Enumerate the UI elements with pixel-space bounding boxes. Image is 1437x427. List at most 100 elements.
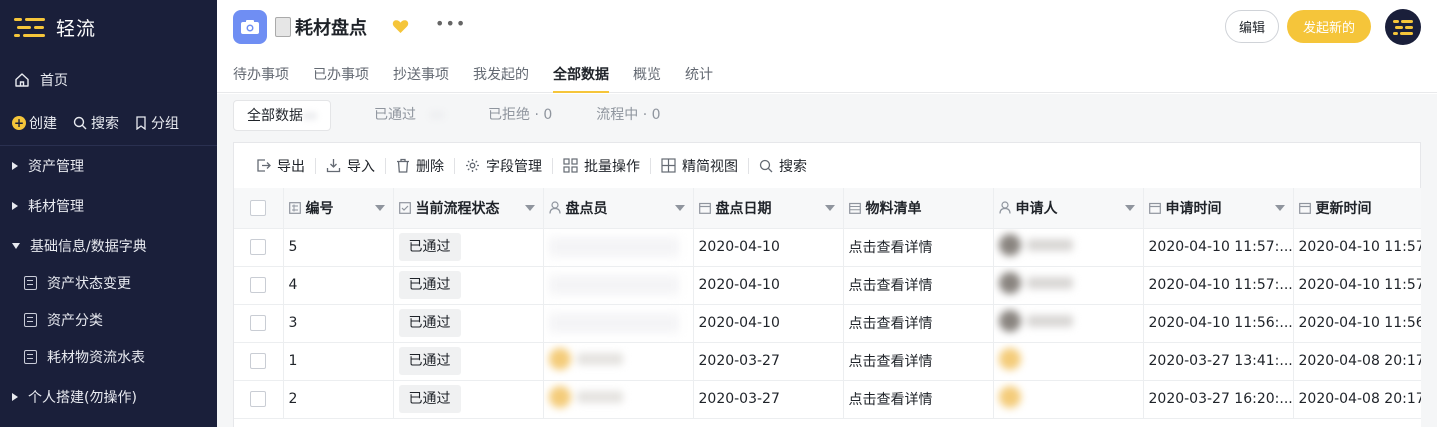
filter-approved[interactable]: 已通过 (361, 100, 457, 131)
number-icon (288, 201, 301, 214)
col-header-label: 盘点日期 (715, 200, 772, 217)
col-header-date[interactable]: 盘点日期 (693, 188, 844, 229)
row-checkbox[interactable] (250, 239, 267, 255)
table-row[interactable]: 3 已通过 2020-04-10 点击查看详情 2020-04-10 11:56… (234, 304, 1421, 343)
cell-date: 2020-04-10 (693, 266, 844, 305)
col-header-id[interactable]: 编号 (283, 188, 394, 229)
view-details-link[interactable]: 点击查看详情 (843, 266, 994, 305)
view-details-link[interactable]: 点击查看详情 (843, 304, 994, 343)
tab-all-data[interactable]: 全部数据 (553, 64, 609, 93)
view-details-link[interactable]: 点击查看详情 (843, 380, 994, 419)
cell-date: 2020-03-27 (693, 342, 844, 381)
redacted-name (548, 313, 679, 333)
row-checkbox[interactable] (250, 277, 267, 293)
col-header-applicant[interactable]: 申请人 (993, 188, 1144, 229)
table-row[interactable]: 5 已通过 2020-04-10 点击查看详情 2020-04-10 11:57… (234, 228, 1421, 267)
cell-id: 5 (283, 228, 394, 267)
cell-counter (543, 380, 694, 419)
calendar-icon (1298, 202, 1311, 214)
tab-stats[interactable]: 统计 (685, 64, 713, 93)
sidebar-group-basic-info[interactable]: 基础信息/数据字典 (12, 234, 147, 258)
cell-updated-time: 2020-04-08 20:17: (1293, 342, 1421, 381)
search-button[interactable]: 搜索 (73, 113, 119, 133)
row-checkbox[interactable] (250, 391, 267, 407)
col-header-counter[interactable]: 盘点员 (543, 188, 694, 229)
select-all-checkbox[interactable] (250, 199, 267, 216)
new-request-button[interactable]: 发起新的 (1287, 10, 1371, 43)
heart-icon[interactable] (392, 19, 409, 38)
chevron-right-icon (12, 393, 18, 401)
col-header-status[interactable]: 当前流程状态 (393, 188, 544, 229)
data-table: 编号 当前流程状态 盘点员 盘点日期 物料清单 申请人 申请时间 更新时间 5 … (234, 188, 1421, 419)
tab-overview[interactable]: 概览 (633, 64, 661, 93)
col-header-updated-time[interactable]: 更新时间 (1293, 188, 1421, 229)
view-details-link[interactable]: 点击查看详情 (843, 228, 994, 267)
filter-in-progress[interactable]: 流程中 · 0 (583, 100, 673, 131)
chevron-down-icon (12, 243, 20, 249)
col-header-material-list[interactable]: 物料清单 (843, 188, 994, 229)
export-button[interactable]: 导出 (246, 156, 315, 176)
cell-counter (543, 228, 694, 267)
edit-button[interactable]: 编辑 (1225, 10, 1279, 43)
filter-all[interactable]: 全部数据 (233, 100, 331, 131)
sidebar-group-consumables[interactable]: 耗材管理 (12, 194, 84, 218)
chevron-right-icon (12, 162, 18, 170)
sidebar-item-consumable-flow[interactable]: 耗材物资流水表 (24, 345, 145, 369)
row-checkbox[interactable] (250, 353, 267, 369)
col-header-applied-time[interactable]: 申请时间 (1143, 188, 1294, 229)
table-search-button[interactable]: 搜索 (749, 156, 817, 176)
logo[interactable]: 轻流 (14, 14, 96, 41)
cell-id: 3 (283, 304, 394, 343)
cell-counter (543, 342, 694, 381)
tab-mine[interactable]: 我发起的 (473, 64, 529, 93)
status-badge: 已通过 (398, 233, 461, 261)
field-manage-label: 字段管理 (486, 158, 542, 175)
filter-label: 全部数据 (247, 108, 303, 124)
cell-applied-time: 2020-04-10 11:56:... (1143, 304, 1294, 343)
import-button[interactable]: 导入 (316, 156, 385, 176)
plus-icon: + (12, 116, 26, 130)
group-button[interactable]: 分组 (135, 113, 179, 133)
chevron-right-icon (12, 202, 18, 210)
sidebar-item-asset-category[interactable]: 资产分类 (24, 308, 103, 332)
chevron-down-icon[interactable] (374, 205, 385, 211)
table-row[interactable]: 1 已通过 2020-03-27 点击查看详情 2020-03-27 13:41… (234, 342, 1421, 381)
col-header-label: 物料清单 (865, 200, 922, 217)
avatar[interactable] (1385, 9, 1421, 45)
view-details-link[interactable]: 点击查看详情 (843, 342, 994, 381)
sidebar-item-asset-status[interactable]: 资产状态变更 (24, 271, 131, 295)
chevron-down-icon[interactable] (674, 205, 685, 211)
chevron-down-icon[interactable] (824, 205, 835, 211)
export-label: 导出 (277, 158, 305, 175)
tab-todo[interactable]: 待办事项 (233, 64, 289, 93)
redacted-person (998, 348, 1073, 370)
file-icon (275, 17, 291, 37)
table-toolbar: 导出 导入 删除 字段管理 批量操作 精简视图 搜索 (233, 142, 1421, 188)
delete-button[interactable]: 删除 (386, 156, 454, 176)
chevron-down-icon[interactable] (1124, 205, 1135, 211)
data-table-wrapper: 编号 当前流程状态 盘点员 盘点日期 物料清单 申请人 申请时间 更新时间 5 … (233, 188, 1421, 427)
more-icon[interactable]: ••• (435, 14, 466, 33)
table-row[interactable]: 4 已通过 2020-04-10 点击查看详情 2020-04-10 11:57… (234, 266, 1421, 305)
batch-label: 批量操作 (584, 158, 640, 175)
search-label: 搜索 (91, 116, 119, 132)
field-manage-button[interactable]: 字段管理 (455, 156, 552, 176)
create-button[interactable]: + 创建 (12, 113, 57, 133)
batch-icon (563, 158, 578, 173)
batch-button[interactable]: 批量操作 (553, 156, 650, 176)
compact-view-button[interactable]: 精简视图 (651, 156, 748, 176)
sidebar-group-personal[interactable]: 个人搭建(勿操作) (12, 385, 137, 409)
tab-done[interactable]: 已办事项 (313, 64, 369, 93)
cell-applicant (993, 380, 1144, 419)
redacted-name (548, 275, 679, 295)
chevron-down-icon[interactable] (1274, 205, 1285, 211)
sidebar-group-assets[interactable]: 资产管理 (12, 154, 84, 178)
row-checkbox[interactable] (250, 315, 267, 331)
home-icon (15, 73, 29, 87)
filter-rejected[interactable]: 已拒绝 · 0 (475, 100, 565, 131)
table-header-row: 编号 当前流程状态 盘点员 盘点日期 物料清单 申请人 申请时间 更新时间 (234, 188, 1421, 229)
nav-home[interactable]: 首页 (14, 68, 68, 92)
table-row[interactable]: 2 已通过 2020-03-27 点击查看详情 2020-03-27 16:20… (234, 380, 1421, 419)
chevron-down-icon[interactable] (524, 205, 535, 211)
tab-cc[interactable]: 抄送事项 (393, 64, 449, 93)
